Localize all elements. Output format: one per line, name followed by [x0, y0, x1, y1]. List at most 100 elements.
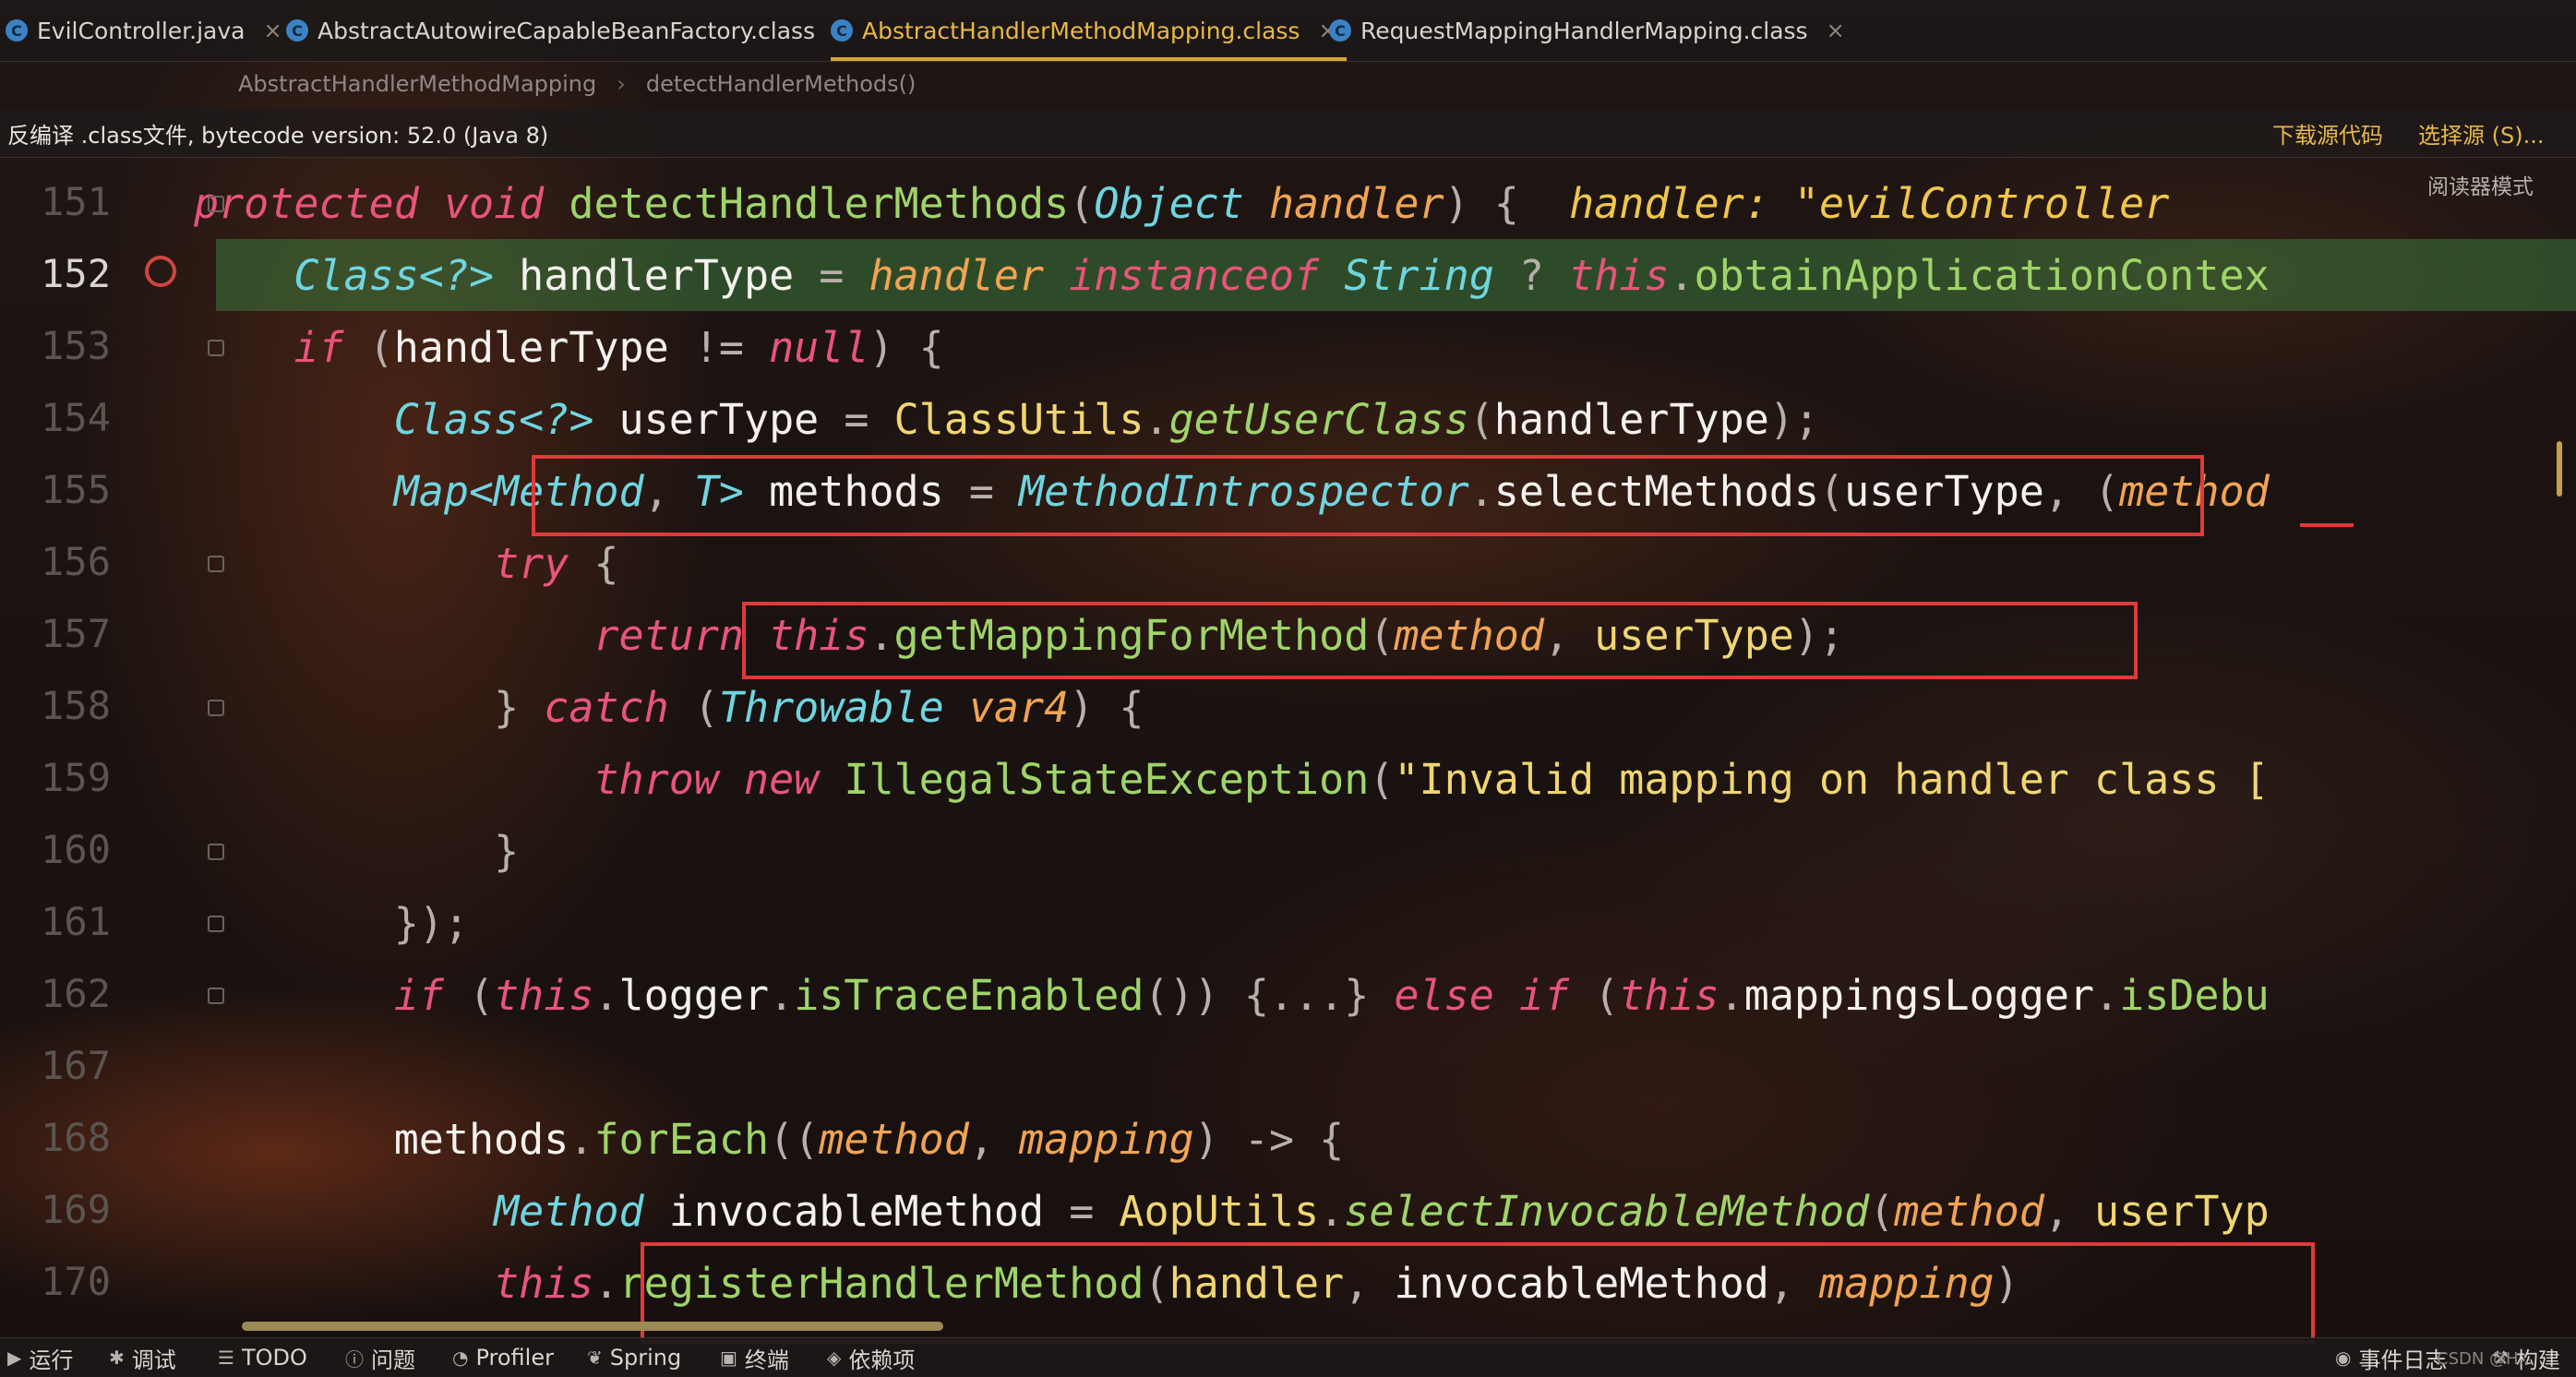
code-token: . — [593, 1259, 619, 1308]
tool-run[interactable]: ▶ 运行 — [7, 1338, 73, 1377]
code-token: . — [2094, 971, 2120, 1020]
code-token: detectHandlerMethods — [569, 179, 1070, 228]
highlight-box-get-mapping — [742, 602, 2138, 679]
tab-abstract-autowire-capable-bean-factory[interactable]: C AbstractAutowireCapableBeanFactory.cla… — [286, 0, 852, 61]
close-icon[interactable]: × — [1827, 18, 1845, 43]
tab-evil-controller[interactable]: C EvilController.java × — [6, 0, 282, 61]
tab-abstract-handler-method-mapping[interactable]: C AbstractHandlerMethodMapping.class × — [831, 0, 1347, 61]
code-token: . — [1144, 395, 1169, 444]
code-token: } — [494, 683, 545, 732]
terminal-icon: ▣ — [720, 1347, 737, 1369]
code-line[interactable]: Method invocableMethod = AopUtils.select… — [0, 1176, 2270, 1248]
code-token: Class<?> — [294, 251, 495, 300]
download-source-link[interactable]: 下载源代码 — [2272, 109, 2383, 157]
breadcrumb: AbstractHandlerMethodMapping › detectHan… — [238, 65, 916, 103]
code-line[interactable]: }); — [0, 888, 469, 960]
code-token: obtainApplicationContex — [1694, 251, 2270, 300]
tool-dependencies[interactable]: ◈ 依赖项 — [827, 1338, 915, 1377]
code-token: handler — [1268, 179, 1444, 228]
code-line[interactable]: if (this.logger.isTraceEnabled()) {...} … — [0, 960, 2270, 1032]
code-token: ( — [668, 683, 719, 732]
editor-tab-bar: C EvilController.java × C AbstractAutowi… — [0, 0, 2576, 62]
fold-marker-icon[interactable] — [208, 196, 224, 212]
horizontal-scrollbar[interactable] — [242, 1322, 943, 1331]
code-token: ( — [343, 323, 394, 372]
code-token: ) { — [869, 323, 944, 372]
code-token: ClassUtils — [893, 395, 1144, 444]
code-token: return — [593, 611, 744, 660]
code-line[interactable]: Class<?> handlerType = handler instanceo… — [0, 240, 2270, 312]
fold-marker-icon[interactable] — [208, 556, 224, 572]
event-log-icon: ◉ — [2335, 1347, 2352, 1369]
fold-marker-icon[interactable] — [208, 700, 224, 716]
code-line[interactable]: methods.forEach((method, mapping) -> { — [0, 1104, 1345, 1176]
choose-source-link[interactable]: 选择源 (S)... — [2418, 109, 2544, 157]
code-line[interactable]: throw new IllegalStateException("Invalid… — [0, 744, 2270, 816]
code-token: userTyp — [2094, 1187, 2270, 1236]
code-line[interactable]: Class<?> userType = ClassUtils.getUserCl… — [0, 384, 1819, 456]
code-token: new — [743, 755, 820, 804]
tool-spring[interactable]: ❦ Spring — [587, 1338, 681, 1377]
code-token: this — [494, 971, 594, 1020]
code-token: IllegalStateException — [844, 755, 1370, 804]
code-token: if — [1518, 971, 1570, 1020]
code-line[interactable]: } — [0, 816, 519, 888]
fold-marker-icon[interactable] — [208, 916, 224, 932]
event-log-button[interactable]: ◉ 事件日志 — [2335, 1338, 2447, 1377]
tool-terminal[interactable]: ▣ 终端 — [720, 1338, 789, 1377]
code-token: handler — [869, 251, 1045, 300]
code-token: handlerType — [1493, 395, 1769, 444]
vertical-scrollbar[interactable] — [2557, 441, 2562, 497]
tool-todo[interactable]: ☰ TODO — [218, 1338, 307, 1377]
fold-marker-icon[interactable] — [208, 340, 224, 356]
profiler-icon: ◔ — [452, 1347, 469, 1369]
spring-icon: ❦ — [587, 1347, 603, 1369]
code-token: Class<?> — [393, 395, 594, 444]
fold-marker-icon[interactable] — [208, 988, 224, 1004]
tool-profiler[interactable]: ◔ Profiler — [452, 1338, 554, 1377]
code-line[interactable]: } catch (Throwable var4) { — [0, 672, 1144, 744]
code-token: . — [1669, 251, 1695, 300]
code-token: forEach — [593, 1115, 770, 1164]
code-token: . — [593, 971, 619, 1020]
code-line[interactable]: if (handlerType != null) { — [0, 312, 944, 384]
code-token: "Invalid mapping on handler class [ — [1394, 755, 2270, 804]
code-token: var4 — [968, 683, 1070, 732]
tool-debug[interactable]: ✱ 调试 — [109, 1338, 176, 1377]
code-token: logger — [618, 971, 770, 1020]
tab-request-mapping-handler-mapping[interactable]: C RequestMappingHandlerMapping.class × — [1329, 0, 1845, 61]
close-icon[interactable]: × — [264, 18, 282, 43]
code-token: isTraceEnabled — [794, 971, 1144, 1020]
watermark: CSDN @H... — [2437, 1349, 2534, 1369]
reader-mode-button[interactable]: 阅读器模式 — [2427, 169, 2534, 200]
code-token: if — [393, 971, 444, 1020]
code-token: , — [2043, 1187, 2095, 1236]
code-token: ) -> { — [1193, 1115, 1345, 1164]
tool-problems[interactable]: ⓘ 问题 — [345, 1338, 415, 1377]
breadcrumb-item-method[interactable]: detectHandlerMethods() — [646, 71, 917, 97]
breadcrumb-item-class[interactable]: AbstractHandlerMethodMapping — [238, 71, 596, 97]
line-number[interactable]: 167 — [0, 1043, 111, 1088]
code-token: handlerType — [393, 323, 694, 372]
code-token: this — [494, 1259, 594, 1308]
code-line[interactable]: protected void detectHandlerMethods(Obje… — [0, 168, 2169, 240]
code-token: String — [1344, 251, 1494, 300]
code-token: selectInvocableMethod — [1344, 1187, 1870, 1236]
code-line[interactable]: try { — [0, 528, 618, 600]
fold-marker-icon[interactable] — [208, 844, 224, 860]
code-token: ( — [443, 971, 495, 1020]
